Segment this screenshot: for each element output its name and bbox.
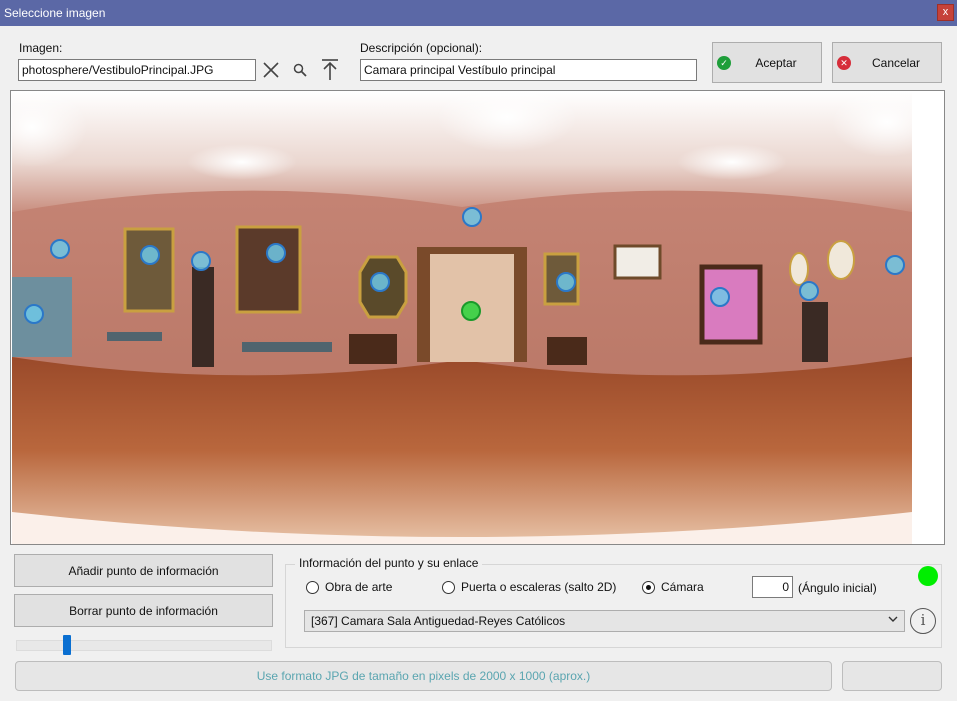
angle-input[interactable]: 0 [752,576,793,598]
radio-artwork-label: Obra de arte [325,580,393,594]
radio-camera[interactable]: Cámara [642,580,704,594]
delete-point-button[interactable]: Borrar punto de información [14,594,273,627]
search-icon[interactable] [291,61,309,79]
upload-icon[interactable] [319,58,341,82]
link-select-value: [367] Camara Sala Antiguedad-Reyes Catól… [311,614,566,628]
angle-label: (Ángulo inicial) [798,581,877,595]
secondary-button[interactable] [842,661,942,691]
hotspot-marker[interactable] [885,255,905,275]
hotspot-marker[interactable] [191,251,211,271]
link-select[interactable]: [367] Camara Sala Antiguedad-Reyes Catól… [304,610,905,632]
hotspot-marker[interactable] [24,304,44,324]
radio-artwork[interactable]: Obra de arte [306,580,392,594]
description-field[interactable]: Camara principal Vestíbulo principal [360,59,697,81]
radio-door-stairs-label: Puerta o escaleras (salto 2D) [461,580,617,594]
close-button[interactable]: x [937,4,954,21]
hotspot-marker-active[interactable] [461,301,481,321]
panorama-viewer[interactable] [10,90,945,545]
slider-thumb[interactable] [63,635,71,655]
radio-indicator [306,580,319,594]
description-label: Descripción (opcional): [360,41,483,55]
cancel-icon: ✕ [837,56,851,70]
image-label: Imagen: [19,41,63,55]
status-indicator [918,566,938,586]
hotspot-marker[interactable] [140,245,160,265]
check-icon: ✓ [717,56,731,70]
accept-button[interactable]: ✓ Aceptar [712,42,822,83]
hotspot-marker[interactable] [266,243,286,263]
window-title: Seleccione imagen [4,6,106,20]
format-hint: Use formato JPG de tamaño en pixels de 2… [15,661,832,691]
radio-camera-label: Cámara [661,580,704,594]
radio-indicator [442,580,455,594]
hotspot-marker[interactable] [556,272,576,292]
accept-label: Aceptar [755,55,797,70]
hotspot-marker[interactable] [462,207,482,227]
point-info-group [285,564,942,648]
title-bar: Seleccione imagen x [0,0,957,26]
panorama-image [12,92,912,544]
hotspot-marker[interactable] [50,239,70,259]
hotspot-marker[interactable] [370,272,390,292]
clear-icon[interactable] [261,60,281,80]
hotspot-marker[interactable] [799,281,819,301]
add-point-button[interactable]: Añadir punto de información [14,554,273,587]
cancel-label: Cancelar [871,55,921,70]
hotspot-marker[interactable] [710,287,730,307]
point-info-title: Información del punto y su enlace [295,556,483,570]
info-icon[interactable]: i [910,608,936,634]
chevron-down-icon [888,614,898,627]
image-path-field[interactable]: photosphere/VestibuloPrincipal.JPG [18,59,256,81]
radio-door-stairs[interactable]: Puerta o escaleras (salto 2D) [442,580,616,594]
radio-indicator-selected [642,580,655,594]
slider-track[interactable] [16,640,272,651]
cancel-button[interactable]: ✕ Cancelar [832,42,942,83]
